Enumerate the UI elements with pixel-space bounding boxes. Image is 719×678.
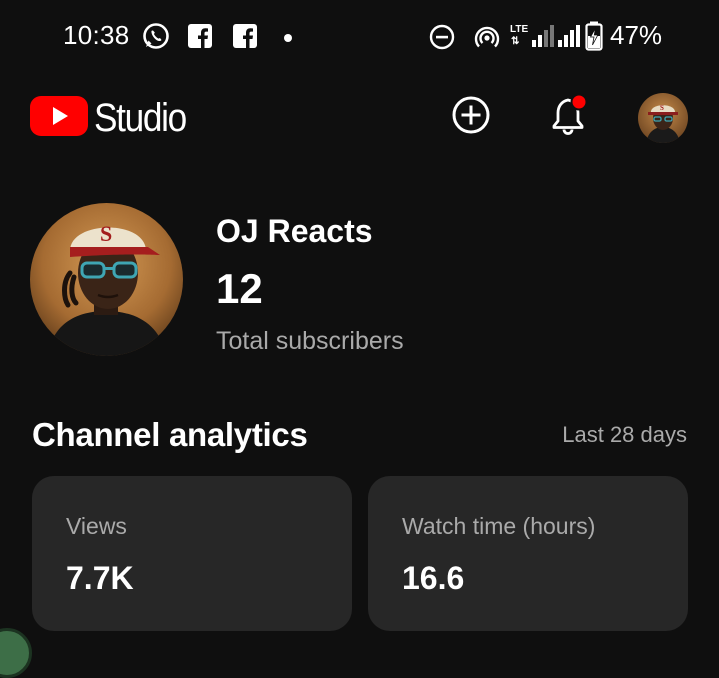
do-not-disturb-icon: [429, 24, 455, 55]
card-value: 7.7K: [66, 560, 134, 596]
svg-text:S: S: [100, 221, 112, 246]
youtube-play-icon: [30, 95, 88, 142]
battery-percent: 47%: [610, 20, 663, 50]
notifications-icon: [547, 92, 593, 143]
create-icon: [451, 95, 491, 140]
signal-icon: [558, 22, 582, 55]
more-notifications-dot: [284, 34, 292, 42]
svg-text:LTE: LTE: [510, 24, 528, 35]
status-bar: 10:38 LTE ⇅ 47%: [0, 0, 719, 72]
facebook-icon: [188, 24, 212, 53]
svg-text:⇅: ⇅: [511, 36, 520, 47]
card-label: Views: [66, 513, 127, 539]
subscriber-label: Total subscribers: [216, 327, 404, 355]
youtube-studio-logo[interactable]: Studio: [30, 95, 198, 142]
hotspot-icon: [473, 23, 501, 56]
watch-time-card[interactable]: Watch time (hours) 16.6: [368, 476, 688, 631]
lte-signal-icon: LTE ⇅: [510, 22, 554, 55]
battery-charging-icon: [585, 21, 603, 56]
card-value: 16.6: [402, 560, 465, 596]
facebook-icon: [233, 24, 257, 53]
subscriber-count: 12: [216, 265, 263, 312]
account-avatar[interactable]: S: [638, 93, 688, 143]
app-header: Studio S: [0, 80, 719, 156]
channel-profile: S OJ Reacts 12 Total subscribers: [0, 195, 719, 365]
logo-text: Studio: [94, 96, 187, 140]
create-button[interactable]: [450, 96, 492, 138]
views-card[interactable]: Views 7.7K: [32, 476, 352, 631]
analytics-date-range: Last 28 days: [562, 422, 687, 447]
whatsapp-icon: [141, 21, 171, 56]
status-time: 10:38: [63, 20, 130, 50]
card-label: Watch time (hours): [402, 513, 596, 539]
channel-name: OJ Reacts: [216, 213, 373, 249]
floating-button-edge[interactable]: [0, 628, 32, 678]
notifications-button[interactable]: [546, 93, 594, 141]
svg-text:S: S: [660, 104, 664, 112]
channel-avatar[interactable]: S: [30, 203, 183, 356]
analytics-title: Channel analytics: [32, 416, 308, 453]
